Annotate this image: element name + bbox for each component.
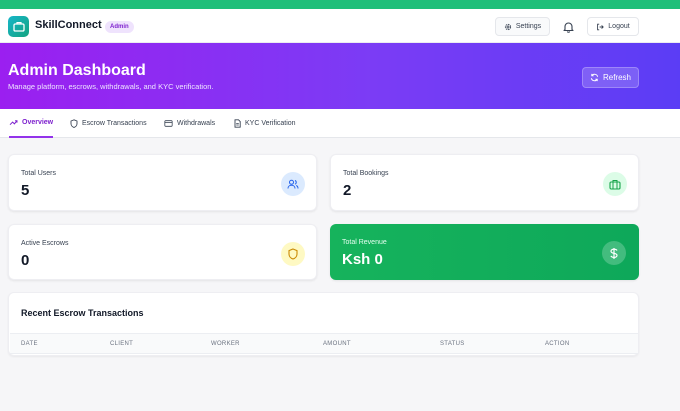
tab-kyc-verification[interactable]: KYC Verification bbox=[234, 109, 296, 138]
logout-label: Logout bbox=[608, 23, 630, 30]
column-header-worker: WORKER bbox=[211, 341, 240, 347]
bell-icon bbox=[563, 21, 574, 33]
gear-icon bbox=[504, 23, 511, 30]
tab-label: Withdrawals bbox=[177, 120, 216, 127]
column-header-amount: AMOUNT bbox=[323, 341, 351, 347]
refresh-label: Refresh bbox=[602, 73, 631, 82]
stat-label: Active Escrows bbox=[21, 240, 69, 247]
stat-value: 0 bbox=[21, 252, 30, 269]
trending-up-icon bbox=[9, 120, 18, 126]
settings-button[interactable]: Settings bbox=[495, 17, 550, 36]
refresh-icon bbox=[590, 73, 599, 82]
brand-name: SkillConnect bbox=[35, 19, 102, 31]
briefcase-icon bbox=[609, 179, 621, 190]
tab-overview[interactable]: Overview bbox=[9, 109, 54, 138]
page-header: Admin Dashboard Manage platform, escrows… bbox=[0, 43, 680, 109]
app-logo[interactable] bbox=[8, 16, 29, 37]
users-icon bbox=[287, 179, 299, 189]
stat-card-total-revenue: Total Revenue Ksh 0 bbox=[330, 224, 639, 280]
stat-label: Total Bookings bbox=[343, 170, 389, 177]
page-subtitle: Manage platform, escrows, withdrawals, a… bbox=[8, 82, 214, 91]
logout-button[interactable]: Logout bbox=[587, 17, 639, 36]
stat-card-total-users: Total Users 5 bbox=[8, 154, 317, 211]
column-header-date: DATE bbox=[21, 341, 38, 347]
column-header-client: CLIENT bbox=[110, 341, 134, 347]
stat-card-total-bookings: Total Bookings 2 bbox=[330, 154, 639, 211]
navbar: SkillConnect Admin Settings Logout bbox=[0, 9, 680, 43]
stat-icon-badge bbox=[281, 172, 305, 196]
tab-escrow-transactions[interactable]: Escrow Transactions bbox=[70, 109, 147, 138]
notifications-button[interactable] bbox=[562, 20, 575, 33]
stat-card-active-escrows: Active Escrows 0 bbox=[8, 224, 317, 280]
tab-label: Escrow Transactions bbox=[82, 120, 147, 127]
tab-withdrawals[interactable]: Withdrawals bbox=[164, 109, 215, 138]
shield-icon bbox=[288, 248, 298, 260]
shield-icon bbox=[70, 119, 78, 128]
tab-bar: Overview Escrow Transactions Withdrawals… bbox=[0, 109, 680, 138]
column-header-action: ACTION bbox=[545, 341, 570, 347]
stat-value: Ksh 0 bbox=[342, 251, 383, 268]
stat-value: 2 bbox=[343, 182, 352, 199]
document-icon bbox=[234, 119, 241, 128]
recent-escrow-transactions: Recent Escrow Transactions DATE CLIENT W… bbox=[8, 292, 639, 356]
tab-label: Overview bbox=[22, 119, 54, 126]
page-title: Admin Dashboard bbox=[8, 62, 146, 79]
briefcase-icon bbox=[12, 22, 25, 32]
dollar-icon bbox=[610, 247, 618, 259]
stat-value: 5 bbox=[21, 182, 30, 199]
stat-icon-badge bbox=[281, 242, 305, 266]
top-accent-strip bbox=[0, 0, 680, 9]
stat-label: Total Revenue bbox=[342, 239, 387, 246]
role-badge: Admin bbox=[105, 21, 134, 33]
stat-icon-badge bbox=[602, 241, 626, 265]
stat-icon-badge bbox=[603, 172, 627, 196]
logout-icon bbox=[597, 23, 605, 30]
column-header-status: STATUS bbox=[440, 341, 465, 347]
refresh-button[interactable]: Refresh bbox=[582, 67, 639, 88]
credit-card-icon bbox=[164, 120, 173, 127]
tab-label: KYC Verification bbox=[245, 120, 296, 127]
table-title: Recent Escrow Transactions bbox=[21, 308, 144, 318]
settings-label: Settings bbox=[515, 23, 542, 30]
stat-label: Total Users bbox=[21, 170, 57, 177]
table-header-row: DATE CLIENT WORKER AMOUNT STATUS ACTION bbox=[10, 333, 638, 354]
